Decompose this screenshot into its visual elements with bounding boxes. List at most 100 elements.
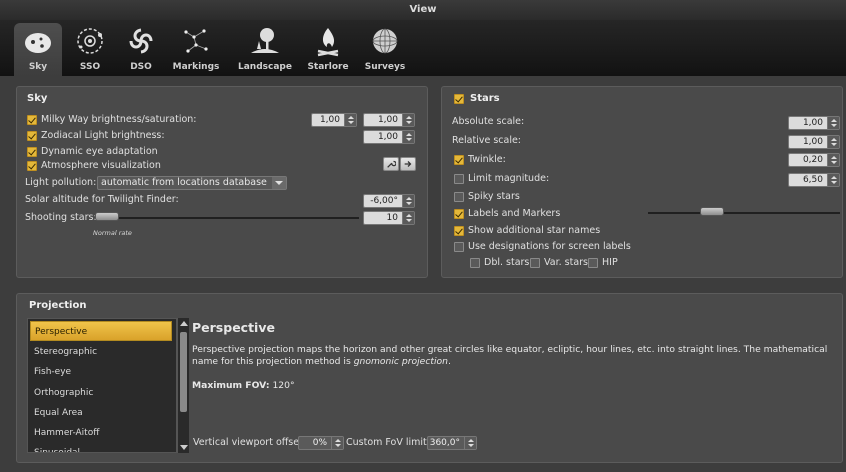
limit-magnitude-label: Limit magnitude: (468, 173, 550, 184)
list-item[interactable]: Stereographic (30, 342, 172, 362)
max-fov-value: 120° (272, 380, 295, 391)
additional-names-checkbox[interactable] (454, 226, 464, 236)
spin-arrows-icon[interactable] (464, 437, 476, 449)
stars-heading: Stars (470, 93, 500, 104)
scroll-down-icon[interactable] (180, 445, 188, 450)
window-title: View (0, 0, 846, 20)
custom-fov-spinbox[interactable]: 360,0° (427, 436, 477, 450)
list-item[interactable]: Hammer-Aitoff (30, 423, 172, 443)
tab-bar: Sky SSO DSO Markings Landscape Starlore … (0, 20, 846, 76)
relative-scale-label: Relative scale: (452, 135, 522, 146)
atmosphere-checkbox[interactable] (27, 161, 37, 171)
description-end: . (447, 356, 451, 367)
milky-way-saturation-spinbox[interactable]: 1,00 (363, 113, 415, 127)
spin-arrows-icon[interactable] (827, 136, 839, 148)
var-stars-checkbox[interactable] (530, 258, 540, 268)
dbl-stars-checkbox[interactable] (470, 258, 480, 268)
stars-checkbox[interactable] (454, 94, 464, 104)
zodiacal-checkbox[interactable] (27, 131, 37, 141)
tab-label: Markings (172, 62, 220, 72)
spin-arrows-icon[interactable] (344, 114, 356, 126)
absolute-scale-spinbox[interactable]: 1,00 (788, 116, 840, 130)
scroll-up-icon[interactable] (180, 321, 188, 326)
light-pollution-label: Light pollution: (25, 177, 97, 188)
twinkle-spinbox[interactable]: 0,20 (788, 153, 840, 167)
spin-arrows-icon[interactable] (331, 437, 343, 449)
sky-icon (25, 33, 51, 53)
twinkle-checkbox[interactable] (454, 155, 464, 165)
starlore-campfire-icon (317, 28, 339, 57)
designations-checkbox[interactable] (454, 242, 464, 252)
shooting-stars-spinbox[interactable]: 10 (363, 211, 415, 225)
tab-sky[interactable]: Sky (14, 23, 62, 76)
relative-scale-spinbox[interactable]: 1,00 (788, 135, 840, 149)
tab-surveys[interactable]: Surveys (358, 23, 412, 76)
spin-value: 1,00 (319, 115, 340, 125)
tab-markings[interactable]: Markings (172, 23, 220, 76)
viewport-offset-spinbox[interactable]: 0% (298, 436, 344, 450)
tab-label: DSO (130, 62, 152, 72)
spiky-stars-checkbox[interactable] (454, 192, 464, 202)
zodiacal-spinbox[interactable]: 1,00 (363, 130, 415, 144)
wrench-icon[interactable] (383, 157, 399, 171)
dynamic-eye-checkbox[interactable] (27, 147, 37, 157)
tab-label: Starlore (307, 62, 349, 72)
scrollbar-thumb[interactable] (180, 332, 187, 412)
spin-arrows-icon[interactable] (402, 131, 414, 143)
limit-magnitude-checkbox[interactable] (454, 174, 464, 184)
hip-label: HIP (602, 257, 618, 268)
projection-heading: Projection (29, 300, 87, 311)
list-item[interactable]: Fish-eye (30, 362, 172, 382)
spin-arrows-icon[interactable] (402, 212, 414, 224)
labels-markers-label: Labels and Markers (468, 208, 561, 219)
designations-label: Use designations for screen labels (468, 241, 631, 252)
atmosphere-label: Atmosphere visualization (41, 160, 161, 171)
custom-fov-label: Custom FoV limit (346, 437, 427, 448)
spin-value: -6,00° (370, 196, 398, 206)
labels-slider-track (648, 212, 840, 214)
list-item[interactable]: Equal Area (30, 403, 172, 423)
zodiacal-label: Zodiacal Light brightness: (41, 130, 165, 141)
sky-panel: Sky Milky Way brightness/saturation: 1,0… (16, 86, 428, 278)
projection-list[interactable]: Perspective Stereographic Fish-eye Ortho… (27, 318, 177, 453)
tab-label: SSO (79, 62, 101, 72)
tab-starlore[interactable]: Starlore (301, 23, 355, 76)
list-item[interactable]: Sinusoidal (30, 443, 172, 452)
dso-galaxy-icon (129, 28, 153, 54)
tab-dso[interactable]: DSO (117, 23, 165, 76)
surveys-sphere-icon (372, 28, 398, 54)
labels-markers-checkbox[interactable] (454, 209, 464, 219)
solar-altitude-label: Solar altitude for Twilight Finder: (25, 194, 179, 205)
spin-value: 6,50 (802, 175, 823, 185)
dbl-stars-label: Dbl. stars (484, 257, 530, 268)
sso-icon (77, 28, 103, 54)
spin-arrows-icon[interactable] (827, 174, 839, 186)
spin-arrows-icon[interactable] (827, 117, 839, 129)
description-text: Perspective projection maps the horizon … (192, 344, 828, 367)
spin-value: 10 (386, 213, 398, 223)
spin-arrows-icon[interactable] (827, 154, 839, 166)
labels-slider-thumb[interactable] (700, 207, 724, 216)
sky-heading: Sky (27, 93, 48, 104)
projection-list-scrollbar[interactable] (177, 318, 189, 453)
milky-way-brightness-spinbox[interactable]: 1,00 (311, 113, 357, 127)
max-fov-line: Maximum FOV: 120° (192, 380, 842, 391)
spin-value: 0% (312, 438, 327, 448)
spin-value: 1,00 (377, 132, 398, 142)
light-pollution-select[interactable]: automatic from locations database (97, 176, 287, 190)
list-item[interactable]: Perspective (30, 321, 172, 341)
tab-sso[interactable]: SSO (66, 23, 114, 76)
arrow-right-icon[interactable] (400, 157, 416, 171)
shooting-stars-slider-thumb[interactable] (95, 212, 119, 221)
chevron-down-icon (272, 177, 286, 189)
tab-landscape[interactable]: Landscape (234, 23, 296, 76)
milky-way-checkbox[interactable] (27, 115, 37, 125)
limit-magnitude-spinbox[interactable]: 6,50 (788, 173, 840, 187)
spin-arrows-icon[interactable] (402, 195, 414, 207)
list-item[interactable]: Orthographic (30, 383, 172, 403)
spin-arrows-icon[interactable] (402, 114, 414, 126)
projection-description: Perspective projection maps the horizon … (192, 344, 842, 368)
solar-altitude-spinbox[interactable]: -6,00° (363, 194, 415, 208)
spin-value: 1,00 (802, 118, 823, 128)
hip-checkbox[interactable] (588, 258, 598, 268)
